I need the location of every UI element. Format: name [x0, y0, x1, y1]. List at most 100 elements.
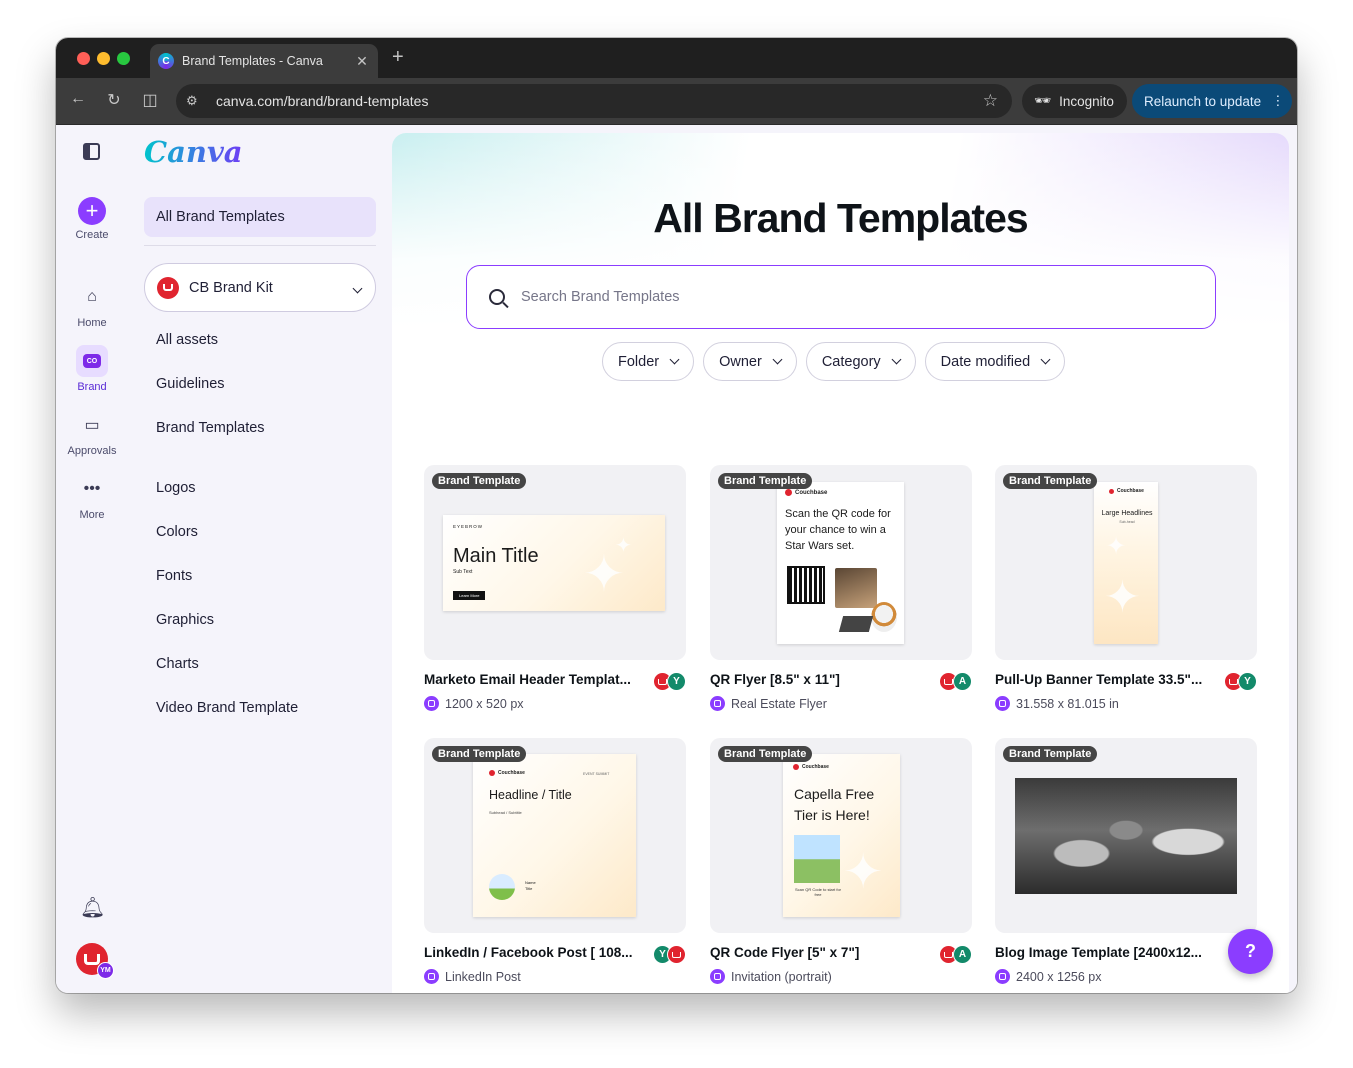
- sidebar-item-all-brand-templates[interactable]: All Brand Templates: [144, 197, 376, 237]
- tablet-image: [838, 616, 874, 632]
- avatar-a: A: [953, 945, 972, 964]
- toggle-sidebar-icon[interactable]: [83, 143, 100, 160]
- bookmark-star-icon[interactable]: ☆: [983, 91, 998, 111]
- collaborator-avatars: A: [939, 672, 972, 691]
- sidebar-item-all-assets[interactable]: All assets: [156, 332, 218, 348]
- filter-owner[interactable]: Owner: [703, 342, 797, 381]
- more-dots-icon: •••: [83, 480, 101, 497]
- page-title: All Brand Templates: [653, 195, 1028, 241]
- back-icon[interactable]: ←: [68, 90, 88, 108]
- template-thumbnail[interactable]: Brand Template EYEBROW Main Title Sub Te…: [424, 465, 686, 660]
- minimize-window-button[interactable]: [97, 52, 110, 65]
- template-title[interactable]: Blog Image Template [2400x12...: [995, 945, 1215, 960]
- sidebar-item-fonts[interactable]: Fonts: [156, 568, 192, 584]
- chevron-down-icon: [1040, 354, 1051, 365]
- template-title[interactable]: QR Code Flyer [5" x 7"]: [710, 945, 930, 960]
- approvals-label: Approvals: [67, 445, 117, 457]
- chevron-down-icon: [891, 354, 902, 365]
- brand-template-tag: Brand Template: [432, 473, 527, 489]
- incognito-indicator[interactable]: 🕶 Incognito: [1022, 84, 1127, 118]
- template-thumbnail[interactable]: Brand Template Couchbase EVENT SUMMIT He…: [424, 738, 686, 933]
- split-view-icon[interactable]: ◫: [140, 90, 160, 110]
- relaunch-button[interactable]: Relaunch to update ⋮: [1132, 84, 1292, 118]
- filter-category[interactable]: Category: [805, 342, 916, 381]
- help-button[interactable]: ?: [1228, 929, 1273, 974]
- template-thumbnail[interactable]: Brand Template Couchbase Capella Free Ti…: [710, 738, 972, 933]
- new-tab-icon[interactable]: +: [392, 46, 404, 69]
- home-icon: ⌂: [87, 288, 97, 305]
- filter-bar: Folder Owner Category Date modified: [602, 342, 1066, 381]
- avatar-a: A: [953, 672, 972, 691]
- bell-icon[interactable]: 🔔︎: [80, 895, 105, 920]
- browser-tab[interactable]: C Brand Templates - Canva ✕: [150, 44, 378, 78]
- inbox-icon: ▭: [84, 417, 100, 434]
- template-type-icon: [710, 969, 725, 984]
- more-label: More: [79, 509, 105, 521]
- avatar-y: Y: [667, 672, 686, 691]
- template-preview: Couchbase Large Headlines Sub-head ✦ ✦: [1094, 482, 1158, 644]
- address-bar[interactable]: ⚙ canva.com/brand/brand-templates ☆: [176, 84, 1012, 118]
- template-title[interactable]: Pull-Up Banner Template 33.5"...: [995, 672, 1215, 687]
- brand-kit-selector[interactable]: CB Brand Kit: [144, 263, 376, 312]
- brand-template-tag: Brand Template: [718, 473, 813, 489]
- template-thumbnail[interactable]: Brand Template: [995, 738, 1257, 933]
- incognito-icon: 🕶: [1034, 93, 1052, 108]
- template-thumbnail[interactable]: Brand Template Couchbase Large Headlines…: [995, 465, 1257, 660]
- template-type-icon: [995, 969, 1010, 984]
- site-settings-icon[interactable]: ⚙: [186, 93, 208, 109]
- template-title[interactable]: Marketo Email Header Templat...: [424, 672, 644, 687]
- rail-more[interactable]: ••• More: [56, 473, 128, 521]
- plus-icon: +: [78, 197, 106, 225]
- product-box-image: [835, 568, 877, 608]
- brand-template-tag: Brand Template: [718, 746, 813, 762]
- rail-approvals[interactable]: ▭ Approvals: [56, 409, 128, 457]
- template-preview: Couchbase EVENT SUMMIT Headline / Title …: [473, 754, 636, 917]
- account-avatar[interactable]: YM: [76, 943, 114, 979]
- brand-template-tag: Brand Template: [1003, 746, 1098, 762]
- collaborator-avatars: A: [939, 945, 972, 964]
- filter-folder[interactable]: Folder: [602, 342, 695, 381]
- tab-close-icon[interactable]: ✕: [354, 53, 370, 70]
- template-type-icon: [424, 696, 439, 711]
- rail-home[interactable]: ⌂ Home: [56, 281, 128, 329]
- tab-strip: C Brand Templates - Canva ✕ +: [56, 38, 1297, 78]
- template-meta: Real Estate Flyer: [710, 696, 827, 711]
- maximize-window-button[interactable]: [117, 52, 130, 65]
- sidebar-item-colors[interactable]: Colors: [156, 524, 198, 540]
- couchbase-logo-icon: [84, 953, 100, 965]
- sidebar-item-graphics[interactable]: Graphics: [156, 612, 214, 628]
- create-label: Create: [75, 229, 109, 241]
- collaborator-avatars: Y: [1224, 672, 1257, 691]
- main-content: All Brand Templates Search Brand Templat…: [392, 133, 1289, 993]
- canva-app: + Create ⌂ Home CO Brand ▭ Approvals •••…: [56, 125, 1297, 993]
- canva-favicon-icon: C: [158, 53, 174, 69]
- template-meta: 2400 x 1256 px: [995, 969, 1102, 984]
- sidebar-item-charts[interactable]: Charts: [156, 656, 199, 672]
- close-window-button[interactable]: [77, 52, 90, 65]
- filter-date-modified[interactable]: Date modified: [924, 342, 1066, 381]
- avatar-y: Y: [1238, 672, 1257, 691]
- chevron-down-icon: [772, 354, 783, 365]
- create-button[interactable]: + Create: [56, 197, 128, 241]
- sidebar-item-logos[interactable]: Logos: [156, 480, 196, 496]
- brand-template-tag: Brand Template: [432, 746, 527, 762]
- browser-toolbar: ← ↻ ◫ ⚙ canva.com/brand/brand-templates …: [56, 78, 1297, 125]
- template-meta: 1200 x 520 px: [424, 696, 524, 711]
- avatar-initials: YM: [97, 962, 114, 979]
- sidebar-item-guidelines[interactable]: Guidelines: [156, 376, 225, 392]
- rail-brand[interactable]: CO Brand: [56, 345, 128, 393]
- search-input[interactable]: Search Brand Templates: [466, 265, 1216, 329]
- incognito-label: Incognito: [1059, 93, 1114, 109]
- template-meta: 31.558 x 81.015 in: [995, 696, 1119, 711]
- reload-icon[interactable]: ↻: [104, 90, 124, 110]
- sidebar-item-video-brand-template[interactable]: Video Brand Template: [156, 700, 298, 716]
- kebab-menu-icon[interactable]: ⋮: [1271, 93, 1285, 109]
- template-title[interactable]: LinkedIn / Facebook Post [ 108...: [424, 945, 644, 960]
- template-meta: Invitation (portrait): [710, 969, 832, 984]
- template-thumbnail[interactable]: Brand Template Couchbase Scan the QR cod…: [710, 465, 972, 660]
- sidebar-item-brand-templates[interactable]: Brand Templates: [156, 420, 265, 436]
- template-preview: Couchbase Scan the QR code for your chan…: [777, 482, 904, 644]
- template-title[interactable]: QR Flyer [8.5" x 11"]: [710, 672, 930, 687]
- avatar-couchbase: [667, 945, 686, 964]
- canva-logo[interactable]: Canva: [144, 135, 243, 169]
